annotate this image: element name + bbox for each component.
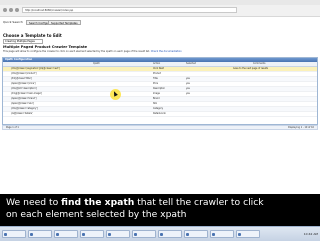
cell-action: SKU: [153, 102, 158, 105]
cell-xpath: //span[@class='price']: [11, 82, 36, 85]
supported-templates-button[interactable]: Supported Templates: [48, 20, 81, 25]
taskbar-button[interactable]: [210, 230, 234, 238]
cell-xpath: //div[@class='pagination']//a[@class='ne…: [11, 67, 60, 70]
cell-selected: yes: [186, 77, 190, 80]
subtitle-line-1: We need to find the xpath that tell the …: [6, 197, 264, 209]
cell-xpath: //img[@class='main-image']: [11, 92, 43, 95]
app-icon: [238, 233, 241, 236]
grid-pager: Page 1 of 1 Displaying 1 - 10 of 10: [2, 125, 318, 130]
app-icon: [82, 233, 85, 236]
documentation-link[interactable]: Check the documentation: [151, 50, 182, 53]
taskbar: 10:42 AM: [0, 226, 320, 241]
column-selected[interactable]: Selected: [186, 62, 196, 66]
cell-selected: yes: [186, 92, 190, 95]
app-icon: [160, 233, 163, 236]
subtitle-overlay: We need to find the xpath that tell the …: [0, 194, 320, 226]
taskbar-button[interactable]: [132, 230, 156, 238]
cell-action: Product: [153, 72, 162, 75]
table-row[interactable]: //a[@class='details'] Details Link: [3, 112, 317, 117]
template-select[interactable]: Crawling Multiple Pages: [3, 39, 43, 44]
subtitle-text: that tell the crawler to click: [134, 197, 264, 208]
cell-selected: yes: [186, 87, 190, 90]
forward-icon[interactable]: [9, 8, 13, 12]
cell-xpath: //div[@id='description']: [11, 87, 37, 90]
taskbar-button[interactable]: [184, 230, 208, 238]
taskbar-button[interactable]: [80, 230, 104, 238]
pager-count-text: Displaying 1 - 10 of 10: [287, 126, 314, 129]
app-icon: [4, 233, 7, 236]
reload-icon[interactable]: [15, 8, 19, 12]
taskbar-button[interactable]: [28, 230, 52, 238]
cell-action: Image: [153, 92, 160, 95]
taskbar-button[interactable]: [106, 230, 130, 238]
taskbar-button[interactable]: [54, 230, 78, 238]
cell-action: Price: [153, 82, 159, 85]
app-icon: [108, 233, 111, 236]
cell-action: Description: [153, 87, 166, 90]
xpath-grid: Xpath Configuration Xpath Action Selecte…: [2, 57, 318, 125]
template-subheading: Multiple Paged Product Crawler Template: [3, 45, 88, 49]
cell-action: Category: [153, 107, 163, 110]
cell-action: Click Next: [153, 67, 165, 70]
app-icon: [186, 233, 189, 236]
cell-action: Title: [153, 77, 158, 80]
browser-toolbar: http://localhost:8080/crawler/index.jsp: [0, 5, 320, 17]
subtitle-line-2: on each element selected by the xpath: [6, 209, 187, 220]
cell-xpath: //a[@class='details']: [11, 112, 34, 115]
back-icon[interactable]: [3, 8, 7, 12]
subtitle-text: We need to: [6, 197, 62, 208]
cell-action: Brand: [153, 97, 160, 100]
description-text: This page will allow to configure the cr…: [3, 50, 150, 53]
subtitle-emphasis: find the xpath: [61, 197, 135, 208]
cell-xpath: //h1[@class='title']: [11, 77, 32, 80]
pager-page-text: Page 1 of 1: [6, 126, 19, 129]
app-icon: [134, 233, 137, 236]
grid-rows: //div[@class='pagination']//a[@class='ne…: [3, 67, 317, 117]
app-icon: [212, 233, 215, 236]
page-title: Choose a Template to Edit: [3, 33, 62, 38]
quick-search-label: Quick Search: [3, 20, 23, 24]
cell-xpath: //div[@class='product']: [11, 72, 37, 75]
app-icon: [30, 233, 33, 236]
cell-xpath: //div[@class='category']: [11, 107, 38, 110]
cell-xpath: //span[@class='brand']: [11, 97, 37, 100]
taskbar-button[interactable]: [236, 230, 260, 238]
cell-comment: Goes to the next page of results: [233, 67, 269, 70]
taskbar-button[interactable]: [158, 230, 182, 238]
cell-xpath: //span[@class='sku']: [11, 102, 34, 105]
column-xpath[interactable]: Xpath: [93, 62, 100, 66]
column-action[interactable]: Action: [153, 62, 160, 66]
system-tray-clock[interactable]: 10:42 AM: [304, 230, 318, 238]
app-icon: [56, 233, 59, 236]
cell-action: Details Link: [153, 112, 166, 115]
cell-selected: yes: [186, 82, 190, 85]
taskbar-button[interactable]: [2, 230, 26, 238]
template-description: This page will allow to configure the cr…: [3, 50, 303, 53]
column-comments[interactable]: Comments: [253, 62, 265, 66]
address-bar[interactable]: http://localhost:8080/crawler/index.jsp: [22, 7, 237, 13]
